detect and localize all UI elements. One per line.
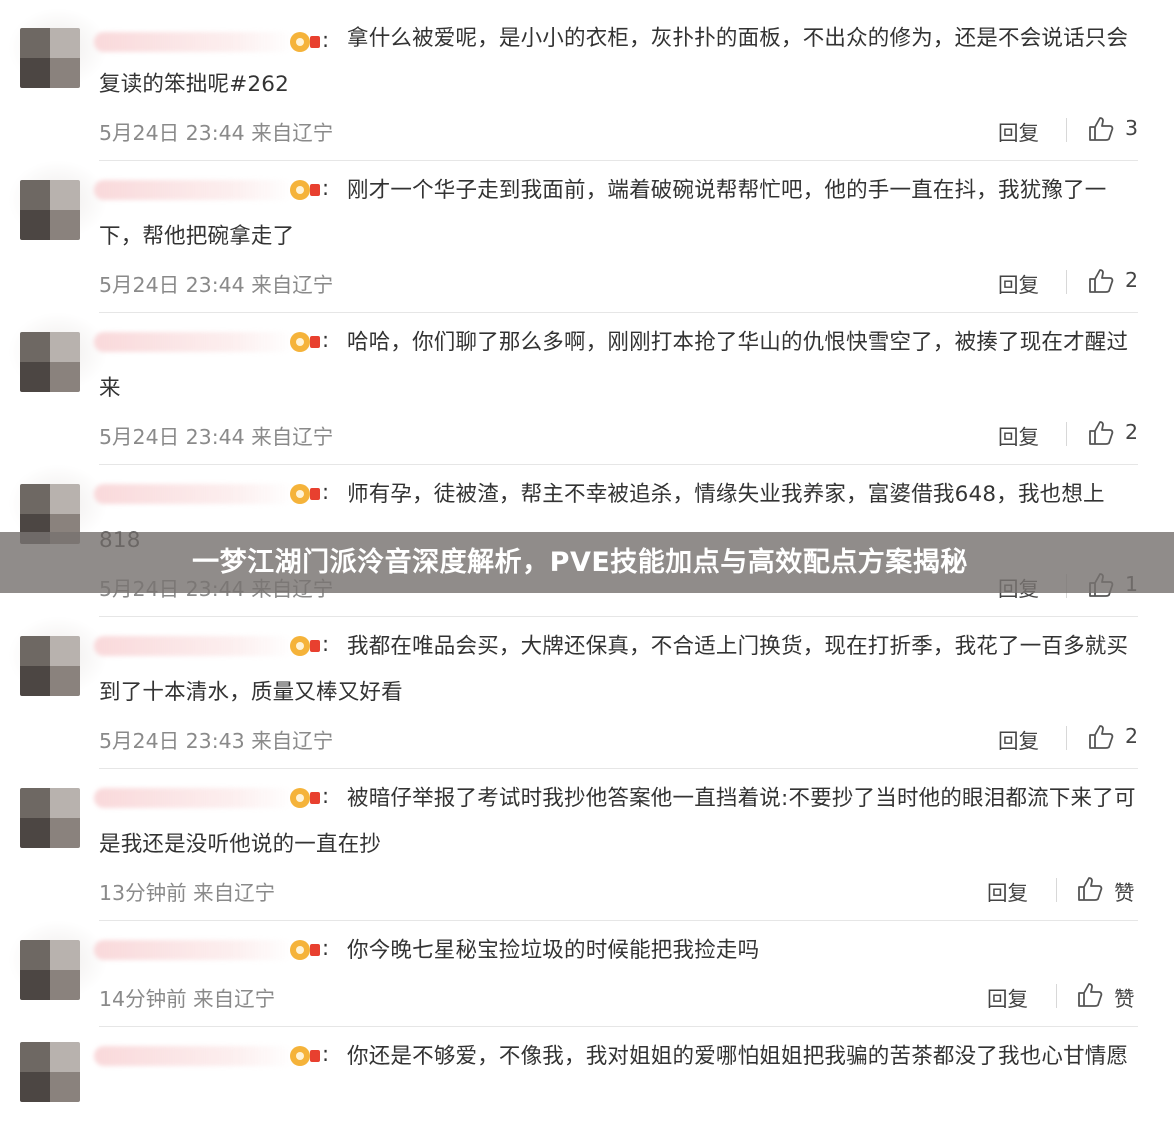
thumbs-up-icon[interactable] — [1087, 419, 1115, 447]
divider — [99, 1026, 1138, 1027]
divider — [99, 616, 1138, 617]
avatar[interactable] — [20, 332, 80, 392]
reply-button[interactable]: 回复 — [998, 420, 1039, 450]
comment-text: 你还是不够爱，不像我，我对姐姐的爱哪怕姐姐把我骗的苦茶都没了我也心甘情愿 — [347, 1044, 1129, 1069]
like-count: 2 — [1125, 420, 1139, 444]
divider — [99, 768, 1138, 769]
separator — [1066, 422, 1067, 446]
reply-button[interactable]: 回复 — [998, 268, 1039, 298]
reply-button[interactable]: 回复 — [998, 724, 1039, 754]
avatar[interactable] — [20, 28, 80, 88]
avatar[interactable] — [20, 636, 80, 696]
separator — [1066, 270, 1067, 294]
thumbs-up-icon[interactable] — [1076, 875, 1104, 903]
separator — [1056, 984, 1057, 1008]
comment-text: 拿什么被爱呢，是小小的衣柜，灰扑扑的面板，不出众的修为，还是不会说话只会复读的笨… — [99, 26, 1129, 97]
comment-meta: 5月24日 23:44 来自辽宁 — [99, 121, 334, 145]
reply-button[interactable]: 回复 — [987, 876, 1028, 906]
like-count: 3 — [1125, 116, 1139, 140]
comment-text: 哈哈，你们聊了那么多啊，刚刚打本抢了华山的仇恨快雪空了，被揍了现在才醒过来 — [99, 330, 1129, 401]
separator — [1056, 878, 1057, 902]
comment-meta: 5月24日 23:43 来自辽宁 — [99, 729, 334, 753]
divider — [99, 464, 1138, 465]
avatar[interactable] — [20, 940, 80, 1000]
divider — [99, 160, 1138, 161]
comment-meta: 13分钟前 来自辽宁 — [99, 881, 276, 905]
comment-text: 我都在唯品会买，大牌还保真，不合适上门换货，现在打折季，我花了一百多就买到了十本… — [99, 634, 1129, 705]
comment-text: 被暗仔举报了考试时我抄他答案他一直挡着说:不要抄了当时他的眼泪都流下来了可是我还… — [99, 786, 1136, 857]
thumbs-up-icon[interactable] — [1087, 115, 1115, 143]
like-label[interactable]: 赞 — [1114, 876, 1135, 906]
divider — [99, 312, 1138, 313]
like-label[interactable]: 赞 — [1114, 982, 1135, 1012]
like-count: 2 — [1125, 268, 1139, 292]
thumbs-up-icon[interactable] — [1087, 723, 1115, 751]
thumbs-up-icon[interactable] — [1087, 267, 1115, 295]
comment-meta: 5月24日 23:44 来自辽宁 — [99, 273, 334, 297]
avatar[interactable] — [20, 180, 80, 240]
avatar[interactable] — [20, 788, 80, 848]
thumbs-up-icon[interactable] — [1076, 981, 1104, 1009]
reply-button[interactable]: 回复 — [998, 116, 1039, 146]
separator — [1066, 726, 1067, 750]
separator — [1066, 118, 1067, 142]
divider — [99, 920, 1138, 921]
avatar[interactable] — [20, 1042, 80, 1102]
like-count: 2 — [1125, 724, 1139, 748]
reply-button[interactable]: 回复 — [987, 982, 1028, 1012]
banner-title: 一梦江湖门派泠音深度解析，PVE技能加点与高效配点方案揭秘 — [192, 547, 968, 578]
comment-text: 你今晚七星秘宝捡垃圾的时候能把我捡走吗 — [347, 938, 760, 963]
comment-meta: 5月24日 23:44 来自辽宁 — [99, 425, 334, 449]
comment-text: 刚才一个华子走到我面前，端着破碗说帮帮忙吧，他的手一直在抖，我犹豫了一下，帮他把… — [99, 178, 1107, 249]
comment-meta: 14分钟前 来自辽宁 — [99, 987, 276, 1011]
